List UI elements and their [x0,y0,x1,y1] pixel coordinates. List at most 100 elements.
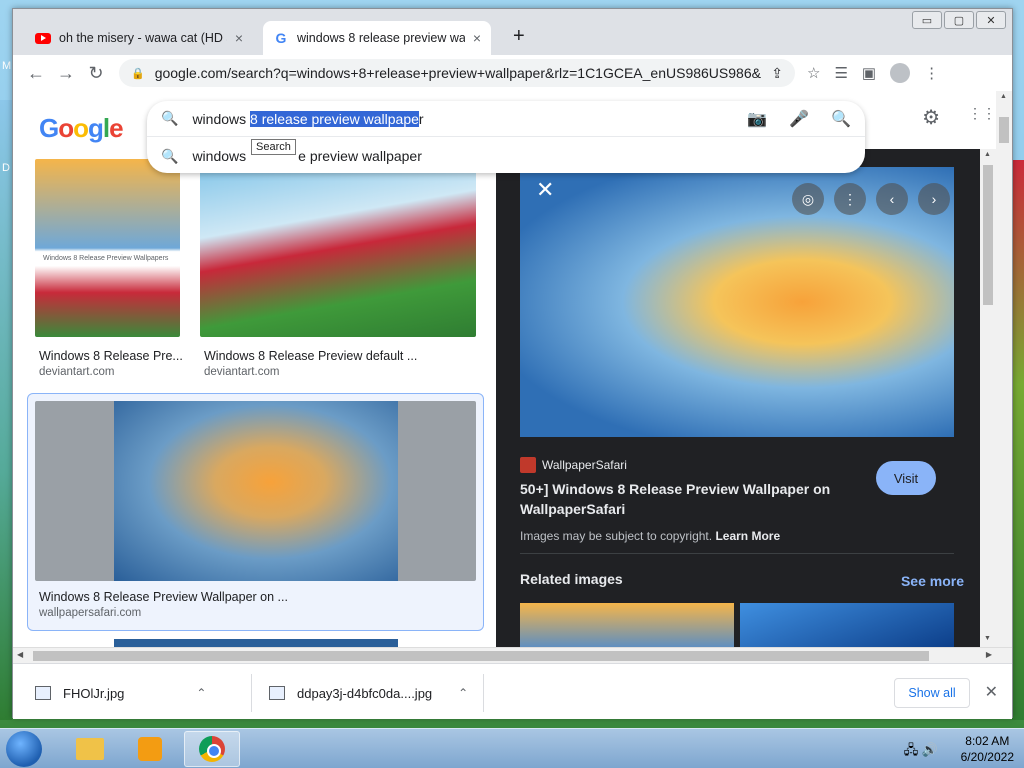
tab-close-icon[interactable]: × [473,30,481,46]
windows-taskbar: 🖧 🔊 8:02 AM 6/20/2022 [0,728,1024,768]
back-button[interactable]: ← [21,63,51,84]
search-input[interactable]: windows 8 release preview wallpaper [192,110,733,127]
taskbar-chrome[interactable] [184,731,240,767]
panel-scrollbar[interactable]: ▲ ▼ [980,149,996,647]
scroll-right-icon[interactable]: ▶ [986,650,992,659]
search-box[interactable]: 🔍 windows 8 release preview wallpaper 📷 … [147,101,865,173]
previous-icon[interactable]: ‹ [876,183,908,215]
side-panel-icon[interactable]: ▣ [862,64,876,82]
desktop-edge-letter: D [2,162,10,174]
desktop-wallpaper-right [1012,160,1024,720]
camera-icon[interactable]: 📷 [747,109,767,129]
result-source: deviantart.com [204,366,280,378]
result-thumbnail[interactable] [200,159,476,337]
vertical-scrollbar[interactable]: ▲ [996,91,1012,647]
profile-avatar[interactable] [890,63,911,83]
scroll-left-icon[interactable]: ◀ [17,650,23,659]
download-item[interactable]: ddpay3j-d4bfc0da....jpg ⌃ [269,676,468,710]
maximize-button[interactable]: ▢ [944,11,974,29]
result-thumbnail[interactable]: Windows 8 Release Preview Wallpapers [35,159,180,337]
lens-icon[interactable]: ◎ [792,183,824,215]
next-icon[interactable]: › [918,183,950,215]
window-controls: ▭ ▢ ✕ [912,11,1006,29]
show-all-button[interactable]: Show all [894,678,970,708]
share-icon[interactable]: ⇪ [771,65,783,82]
scroll-down-icon[interactable]: ▼ [984,635,991,642]
result-caption[interactable]: Windows 8 Release Pre... [39,349,183,363]
image-preview-panel: ✕ ◎ ⋮ ‹ › WallpaperSafari 50+] Windows 8… [496,149,980,647]
copyright-notice: Images may be subject to copyright. Lear… [520,529,781,543]
google-logo[interactable]: Google [39,113,124,144]
tab-title: oh the misery - wawa cat (HD an [59,31,227,45]
reload-button[interactable]: ↻ [81,63,111,84]
scroll-up-icon[interactable]: ▲ [1000,93,1007,100]
top-right-icons: ⚙ ⋮⋮ [922,105,996,130]
image-file-icon [269,686,285,700]
divider [520,553,954,554]
tab-strip: oh the misery - wawa cat (HD an × G wind… [13,9,1012,55]
new-tab-button[interactable]: + [513,25,525,48]
downloads-shelf: FHOlJr.jpg ⌃ ddpay3j-d4bfc0da....jpg ⌃ S… [13,663,1012,719]
reading-list-icon[interactable]: ☰ [834,64,847,82]
scrollbar-thumb[interactable] [33,651,929,661]
learn-more-link[interactable]: Learn More [715,529,780,543]
next-result-thumbnail[interactable] [114,639,398,647]
result-caption[interactable]: Windows 8 Release Preview Wallpaper on .… [39,590,288,604]
gear-icon[interactable]: ⚙ [922,105,940,130]
minimize-button[interactable]: ▭ [912,11,942,29]
browser-toolbar: ← → ↻ 🔒 google.com/search?q=windows+8+re… [13,55,1012,91]
bookmark-star-icon[interactable]: ☆ [807,64,820,82]
horizontal-scrollbar[interactable]: ◀ ▶ [13,647,1012,663]
close-window-button[interactable]: ✕ [976,11,1006,29]
tray-icons[interactable]: 🖧 🔊 [904,741,938,763]
search-input-row[interactable]: 🔍 windows 8 release preview wallpaper 📷 … [147,101,865,137]
chevron-up-icon[interactable]: ⌃ [458,686,468,700]
site-favicon-icon [520,457,536,473]
forward-button[interactable]: → [51,63,81,84]
youtube-icon [35,32,51,44]
taskbar-media-player[interactable] [122,731,178,767]
address-bar[interactable]: 🔒 google.com/search?q=windows+8+release+… [119,59,795,87]
scrollbar-thumb[interactable] [999,117,1009,143]
search-submit-icon[interactable]: 🔍 [831,109,851,129]
tab-title: windows 8 release preview wallp [297,31,465,45]
taskbar-explorer[interactable] [62,731,118,767]
leaf-image [114,401,398,581]
close-shelf-icon[interactable]: ✕ [985,682,998,702]
lock-icon: 🔒 [131,67,145,80]
more-menu-icon[interactable]: ⋮ [924,64,939,82]
site-name: WallpaperSafari [542,458,627,472]
media-player-icon [138,737,162,761]
related-image[interactable] [520,603,734,647]
mic-icon[interactable]: 🎤 [789,109,809,129]
source-site[interactable]: WallpaperSafari [520,457,627,473]
scroll-up-icon[interactable]: ▲ [984,151,991,158]
tab-close-icon[interactable]: × [235,30,243,46]
address-url: google.com/search?q=windows+8+release+pr… [154,65,762,81]
search-icon: 🔍 [161,147,179,164]
thumbnail-caption: Windows 8 Release Preview Wallpapers [43,255,169,262]
download-item[interactable]: FHOlJr.jpg ⌃ [35,676,206,710]
more-options-icon[interactable]: ⋮ [834,183,866,215]
result-source: deviantart.com [39,366,115,378]
clock-date: 6/20/2022 [960,750,1014,764]
related-image[interactable] [740,603,954,647]
search-icon: 🔍 [161,110,179,126]
result-source: wallpapersafari.com [39,607,142,619]
result-thumbnail[interactable] [35,401,476,581]
apps-grid-icon[interactable]: ⋮⋮ [968,105,996,130]
scrollbar-thumb[interactable] [983,165,993,305]
visit-button[interactable]: Visit [876,461,936,495]
system-clock[interactable]: 8:02 AM 6/20/2022 [961,733,1014,765]
result-caption[interactable]: Windows 8 Release Preview default ... [204,349,417,363]
search-tools: 📷 🎤 🔍 [747,109,851,129]
preview-title[interactable]: 50+] Windows 8 Release Preview Wallpaper… [520,479,860,519]
start-button[interactable] [6,731,42,767]
see-more-link[interactable]: See more [901,573,964,589]
divider [483,674,484,712]
divider [251,674,252,712]
chevron-up-icon[interactable]: ⌃ [196,686,206,700]
tab-google-search[interactable]: G windows 8 release preview wallp × [263,21,491,55]
close-icon[interactable]: ✕ [536,177,554,203]
tab-youtube[interactable]: oh the misery - wawa cat (HD an × [25,21,253,55]
